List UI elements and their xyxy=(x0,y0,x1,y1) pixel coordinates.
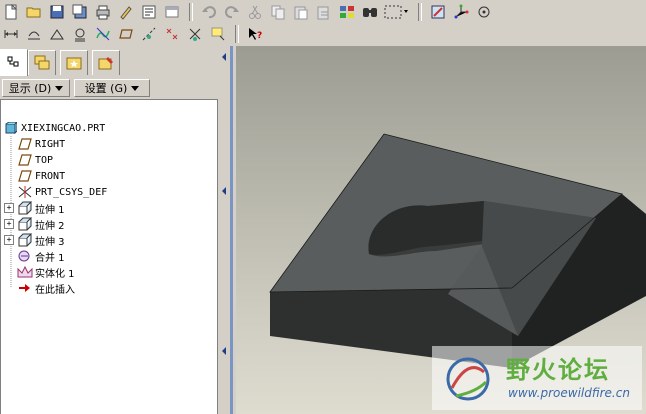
datum-toolbar: ? xyxy=(0,22,646,45)
toolbar-separator xyxy=(418,2,422,21)
show-dropdown[interactable]: 显示 (D) xyxy=(2,79,70,97)
navigator-panel: 显示 (D) 设置 (G) XIEXINGCAO.PRT RIGHT TOP F… xyxy=(0,46,218,414)
paste-icon[interactable] xyxy=(290,2,312,22)
extrude-icon xyxy=(17,233,33,247)
svg-text:?: ? xyxy=(257,31,262,41)
print-icon[interactable] xyxy=(92,2,114,22)
tree-root[interactable]: XIEXINGCAO.PRT xyxy=(3,120,105,136)
tree-item-label: 拉伸 3 xyxy=(35,236,65,248)
csys-icon xyxy=(17,185,33,199)
show-dropdown-label: 显示 (D) xyxy=(8,82,52,95)
axis-display-icon[interactable] xyxy=(138,24,160,44)
tree-item[interactable]: + 拉伸 3 xyxy=(4,232,65,248)
tree-item[interactable]: + 拉伸 1 xyxy=(4,200,65,216)
solidify-icon xyxy=(17,265,33,279)
main-toolbar xyxy=(0,0,646,23)
tree-item-label: PRT_CSYS_DEF xyxy=(35,186,108,198)
save-icon[interactable] xyxy=(46,2,68,22)
expand-icon[interactable]: + xyxy=(4,219,14,229)
regenerate-icon[interactable] xyxy=(336,2,358,22)
tree-item-label: FRONT xyxy=(35,170,66,182)
copy-icon[interactable] xyxy=(267,2,289,22)
tree-item[interactable]: RIGHT xyxy=(17,136,65,152)
datum-plane-icon[interactable] xyxy=(115,24,137,44)
watermark-logo: 野火论坛 www.proewildfire.cn xyxy=(432,346,642,410)
model-tree-tab[interactable] xyxy=(0,49,28,76)
tree-item[interactable]: PRT_CSYS_DEF xyxy=(17,184,107,200)
datum-plane-icon xyxy=(17,153,33,167)
collapse-left-arrow-icon[interactable] xyxy=(220,346,228,356)
tree-item[interactable]: FRONT xyxy=(17,168,65,184)
datum-display-icon[interactable] xyxy=(427,2,449,22)
undo-icon[interactable] xyxy=(198,2,220,22)
merge-icon xyxy=(17,249,33,263)
tree-item-label: 拉伸 1 xyxy=(35,204,65,216)
extrude-icon xyxy=(17,201,33,215)
open-icon[interactable] xyxy=(23,2,45,22)
part-icon xyxy=(3,121,19,135)
paste-special-icon[interactable] xyxy=(313,2,335,22)
tree-item-label: TOP xyxy=(35,154,54,166)
point-display-icon[interactable] xyxy=(161,24,183,44)
watermark-url: www.proewildfire.cn xyxy=(508,386,630,400)
graphics-viewport[interactable]: 野火论坛 www.proewildfire.cn xyxy=(236,46,646,414)
find-icon[interactable] xyxy=(359,2,381,22)
datum-plane-icon xyxy=(17,169,33,183)
tree-item[interactable]: 合并 1 xyxy=(17,248,65,264)
folder-tab[interactable] xyxy=(92,50,120,75)
insert-here-arrow-icon xyxy=(17,281,33,295)
cut-icon[interactable] xyxy=(244,2,266,22)
watermark-brand: 野火论坛 xyxy=(506,356,610,384)
splitter-bar xyxy=(230,46,233,414)
tree-filter-field[interactable] xyxy=(0,99,218,117)
edit-icon[interactable] xyxy=(115,2,137,22)
expand-icon[interactable]: + xyxy=(4,203,14,213)
tree-item[interactable]: 在此插入 xyxy=(17,280,75,296)
sketch-icon[interactable] xyxy=(92,24,114,44)
spin-center-icon[interactable] xyxy=(473,2,495,22)
model-tree-icon[interactable] xyxy=(138,2,160,22)
extrude-icon xyxy=(17,217,33,231)
tree-item-label: 在此插入 xyxy=(35,284,75,296)
favorites-tab[interactable] xyxy=(60,50,88,75)
datum-feature-icon[interactable] xyxy=(69,24,91,44)
chevron-down-icon xyxy=(55,85,64,91)
dimension-icon[interactable] xyxy=(0,24,22,44)
save-copy-icon[interactable] xyxy=(69,2,91,22)
model-tree: XIEXINGCAO.PRT RIGHT TOP FRONT PRT_CSYS_… xyxy=(0,116,218,414)
expand-icon[interactable]: + xyxy=(4,235,14,245)
tree-item-label: 实体化 1 xyxy=(35,268,75,280)
tree-item-label: RIGHT xyxy=(35,138,66,150)
geometric-tolerance-icon[interactable] xyxy=(46,24,68,44)
layer-tab[interactable] xyxy=(28,50,56,75)
new-icon[interactable] xyxy=(0,2,22,22)
navigator-tabs xyxy=(0,49,218,76)
tree-item-label: 拉伸 2 xyxy=(35,220,65,232)
tree-root-label: XIEXINGCAO.PRT xyxy=(21,122,106,134)
settings-dropdown[interactable]: 设置 (G) xyxy=(74,79,150,97)
toolbar-separator xyxy=(189,2,193,21)
forum-logo-icon xyxy=(446,357,490,401)
tree-item[interactable]: 实体化 1 xyxy=(17,264,75,280)
tree-item[interactable]: TOP xyxy=(17,152,53,168)
csys-display-icon[interactable] xyxy=(184,24,206,44)
collapse-left-arrow-icon[interactable] xyxy=(220,52,228,62)
chevron-down-icon xyxy=(131,85,140,91)
tree-item[interactable]: + 拉伸 2 xyxy=(4,216,65,232)
select-box-icon[interactable] xyxy=(382,2,412,22)
surface-finish-icon[interactable] xyxy=(23,24,45,44)
tree-item-label: 合并 1 xyxy=(35,252,65,264)
whats-this-icon[interactable]: ? xyxy=(244,24,266,44)
collapse-left-arrow-icon[interactable] xyxy=(220,186,228,196)
window-icon[interactable] xyxy=(161,2,183,22)
navigator-toolbar: 显示 (D) 设置 (G) xyxy=(0,78,218,98)
panel-splitter[interactable] xyxy=(218,46,234,414)
datum-plane-icon xyxy=(17,137,33,151)
toolbar-separator xyxy=(235,24,239,43)
settings-dropdown-label: 设置 (G) xyxy=(84,82,128,95)
annotation-icon[interactable] xyxy=(207,24,229,44)
csys-icon[interactable] xyxy=(450,2,472,22)
redo-icon[interactable] xyxy=(221,2,243,22)
